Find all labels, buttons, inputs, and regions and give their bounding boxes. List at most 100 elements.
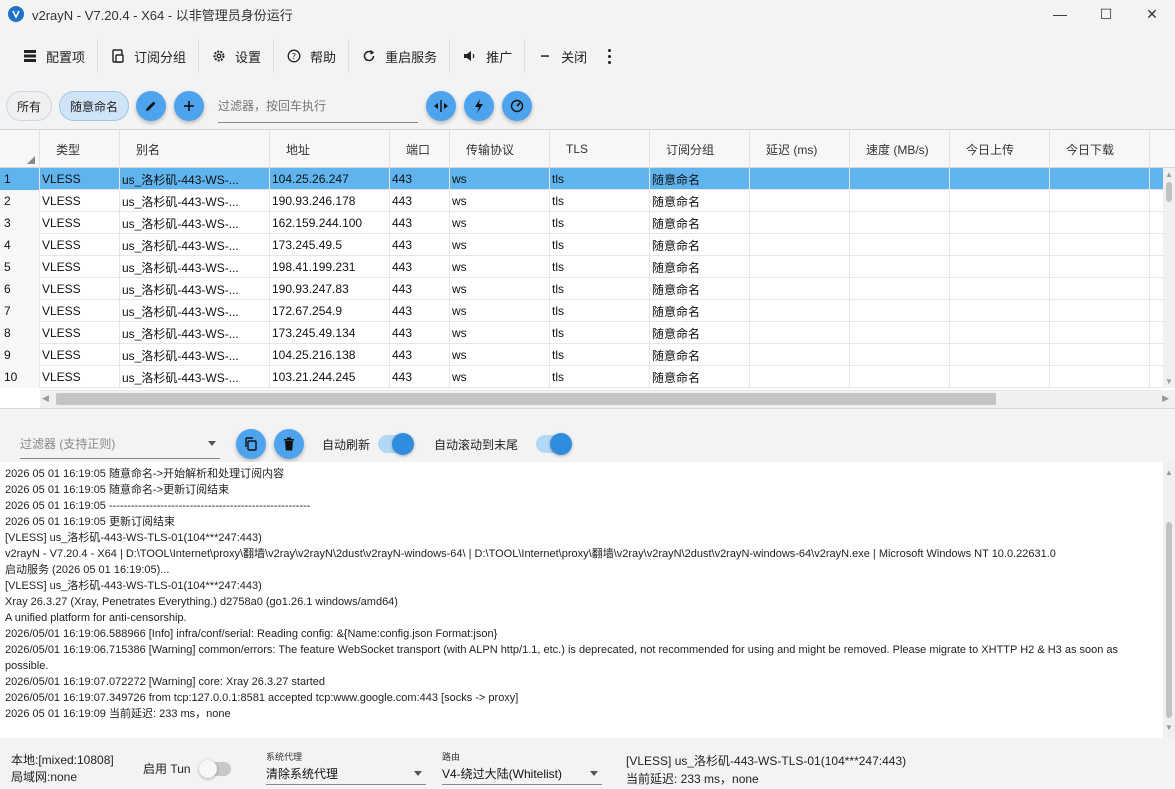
svg-text:?: ? xyxy=(292,52,296,61)
server-list-icon xyxy=(22,48,38,64)
tun-toggle[interactable] xyxy=(198,759,231,778)
more-options-icon[interactable] xyxy=(599,39,619,73)
auto-scroll-toggle[interactable] xyxy=(536,433,573,455)
move-servers-button[interactable] xyxy=(426,91,457,121)
test-latency-button[interactable] xyxy=(464,91,495,121)
table-cell xyxy=(950,168,1050,190)
column-header[interactable]: 端口 xyxy=(390,130,450,168)
column-header[interactable]: 地址 xyxy=(270,130,390,168)
table-row[interactable]: 7 VLESS us_洛杉矶-443-WS-... 172.67.254.9 443 ws… xyxy=(0,300,1175,322)
log-line: [VLESS] us_洛杉矶-443-WS-TLS-01(104***247:4… xyxy=(5,580,262,592)
table-cell xyxy=(750,300,850,322)
promotion-button[interactable]: 推广 xyxy=(450,39,526,73)
pencil-icon xyxy=(146,101,156,111)
grid-vertical-scrollbar[interactable]: ▲ ▼ xyxy=(1163,168,1175,388)
table-row[interactable]: 6 VLESS us_洛杉矶-443-WS-... 190.93.247.83 443 w… xyxy=(0,278,1175,300)
table-cell: 随意命名 xyxy=(650,322,750,344)
routing-select[interactable]: V4-绕过大陆(Whitelist) xyxy=(442,763,602,785)
table-cell: 190.93.246.178 xyxy=(270,190,390,212)
profiles-menu-button[interactable]: 配置项 xyxy=(10,39,99,73)
system-proxy-group: 系统代理 清除系统代理 xyxy=(266,750,426,785)
server-filter-input[interactable] xyxy=(218,89,419,123)
table-cell: tls xyxy=(550,256,650,278)
table-cell: 随意命名 xyxy=(650,256,750,278)
log-controls: 过滤器 (支持正则) 自动刷新 自动滚动到末尾 xyxy=(0,428,1175,460)
table-cell xyxy=(1050,256,1150,278)
table-row[interactable]: 9 VLESS us_洛杉矶-443-WS-... 104.25.216.138 443… xyxy=(0,344,1175,366)
column-header[interactable]: 延迟 (ms) xyxy=(750,130,850,168)
column-header[interactable]: 别名 xyxy=(120,130,270,168)
grid-horizontal-scrollbar[interactable]: ◀ ▶ xyxy=(40,390,1175,408)
maximize-button[interactable]: ☐ xyxy=(1083,0,1129,28)
row-number: 10 xyxy=(0,366,40,388)
table-cell: 随意命名 xyxy=(650,366,750,388)
column-header[interactable]: TLS xyxy=(550,130,650,168)
title-bar: v2rayN - V7.20.4 - X64 - 以非管理员身份运行 — ☐ ✕ xyxy=(0,0,1175,28)
promotion-label: 推广 xyxy=(486,49,513,65)
table-cell: ws xyxy=(450,190,550,212)
table-cell xyxy=(850,168,950,190)
auto-refresh-toggle[interactable] xyxy=(378,433,415,455)
system-proxy-select[interactable]: 清除系统代理 xyxy=(266,763,426,785)
log-filter-combobox[interactable]: 过滤器 (支持正则) xyxy=(20,429,220,459)
table-row[interactable]: 10 VLESS us_洛杉矶-443-WS-... 103.21.244.245 44… xyxy=(0,366,1175,388)
column-header[interactable]: 今日下载 xyxy=(1050,130,1150,168)
system-proxy-value: 清除系统代理 xyxy=(266,767,339,781)
table-cell: 随意命名 xyxy=(650,344,750,366)
table-cell xyxy=(950,300,1050,322)
table-cell xyxy=(750,278,850,300)
routing-value: V4-绕过大陆(Whitelist) xyxy=(442,767,563,781)
table-cell: 190.93.247.83 xyxy=(270,278,390,300)
app-window: v2rayN - V7.20.4 - X64 - 以非管理员身份运行 — ☐ ✕… xyxy=(0,0,1175,789)
table-row[interactable]: 1 VLESS us_洛杉矶-443-WS-... 104.25.26.247 443 w… xyxy=(0,168,1175,190)
settings-menu-button[interactable]: 设置 xyxy=(199,39,275,73)
log-vertical-scrollbar[interactable]: ▲ ▼ xyxy=(1163,462,1175,738)
table-cell xyxy=(950,344,1050,366)
routing-group: 路由 V4-绕过大陆(Whitelist) xyxy=(442,750,602,785)
table-row[interactable]: 8 VLESS us_洛杉矶-443-WS-... 173.245.49.134 443… xyxy=(0,322,1175,344)
table-row[interactable]: 5 VLESS us_洛杉矶-443-WS-... 198.41.199.231 443… xyxy=(0,256,1175,278)
table-cell: 随意命名 xyxy=(650,168,750,190)
add-subscription-button[interactable] xyxy=(174,91,205,121)
lan-text: 局域网:none xyxy=(11,770,78,784)
clear-log-button[interactable] xyxy=(274,429,304,459)
subscription-menu-button[interactable]: 订阅分组 xyxy=(98,39,200,73)
log-line: v2rayN - V7.20.4 - X64 | D:\TOOL\Interne… xyxy=(5,548,1056,560)
chevron-down-icon xyxy=(590,771,598,776)
edit-subscription-button[interactable] xyxy=(136,91,167,121)
tun-label: 启用 Tun xyxy=(143,762,191,776)
tab-subscription-group[interactable]: 随意命名 xyxy=(59,91,130,121)
table-cell: tls xyxy=(550,168,650,190)
tab-all[interactable]: 所有 xyxy=(6,91,53,121)
log-panel[interactable]: 2026 05 01 16:19:05 随意命名->开始解析和处理订阅内容 202… xyxy=(0,462,1175,738)
close-window-button[interactable]: ✕ xyxy=(1129,0,1175,28)
column-header[interactable]: 今日上传 xyxy=(950,130,1050,168)
table-cell xyxy=(950,256,1050,278)
select-all-corner[interactable] xyxy=(0,130,40,168)
auto-scroll-label: 自动滚动到末尾 xyxy=(434,437,519,452)
table-cell: VLESS xyxy=(40,256,120,278)
column-header[interactable]: 速度 (MB/s) xyxy=(850,130,950,168)
subscription-icon xyxy=(110,48,126,64)
column-header[interactable]: 类型 xyxy=(40,130,120,168)
table-cell: ws xyxy=(450,366,550,388)
table-cell: ws xyxy=(450,322,550,344)
restart-service-button[interactable]: 重启服务 xyxy=(349,39,451,73)
copy-log-button[interactable] xyxy=(236,429,266,459)
close-menu-button[interactable]: 关闭 xyxy=(525,39,599,73)
table-cell: VLESS xyxy=(40,190,120,212)
table-cell xyxy=(750,322,850,344)
table-cell: 443 xyxy=(390,256,450,278)
copy-icon xyxy=(245,437,257,451)
speed-test-button[interactable] xyxy=(502,91,533,121)
minimize-button[interactable]: — xyxy=(1037,0,1083,28)
table-cell xyxy=(850,256,950,278)
table-row[interactable]: 3 VLESS us_洛杉矶-443-WS-... 162.159.244.100 44… xyxy=(0,212,1175,234)
table-row[interactable]: 4 VLESS us_洛杉矶-443-WS-... 173.245.49.5 443 ws… xyxy=(0,234,1175,256)
column-header[interactable]: 订阅分组 xyxy=(650,130,750,168)
help-menu-button[interactable]: ? 帮助 xyxy=(274,39,350,73)
column-header[interactable]: 传输协议 xyxy=(450,130,550,168)
table-cell xyxy=(950,322,1050,344)
table-cell: tls xyxy=(550,322,650,344)
table-row[interactable]: 2 VLESS us_洛杉矶-443-WS-... 190.93.246.178 443… xyxy=(0,190,1175,212)
